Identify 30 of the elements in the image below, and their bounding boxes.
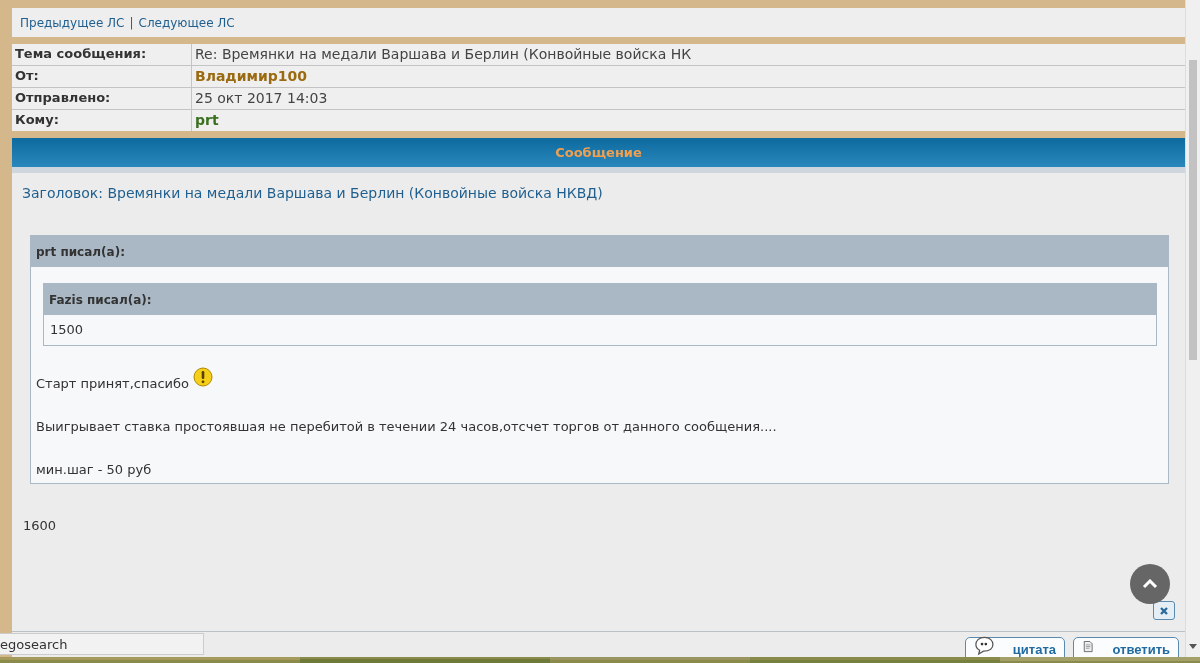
quote-button[interactable]: цитата — [965, 637, 1065, 657]
field-value: 25 окт 2017 14:03 — [194, 89, 328, 108]
message-subject: Заголовок: Времянки на медали Варшава и Берлин (Конвойные войска НКВД) — [21, 184, 604, 201]
section-title-bar: Сообщение — [12, 138, 1185, 167]
field-value: prt — [194, 111, 219, 130]
field-value: Владимир100 — [194, 67, 307, 86]
close-icon — [1159, 605, 1169, 616]
scrollbar[interactable] — [1185, 0, 1200, 657]
quote-text: 1500 — [49, 321, 85, 339]
field-label: Тема сообщения: — [12, 44, 192, 65]
field-label: От: — [12, 66, 192, 87]
status-tooltip: egosearch — [0, 633, 204, 655]
speech-bubble-icon — [974, 635, 995, 657]
reply-button[interactable]: ответить — [1073, 637, 1179, 657]
link-separator: | — [129, 15, 134, 30]
quote-text: мин.шаг - 50 руб — [36, 462, 152, 477]
quote-text: Старт принят,спасибо — [36, 376, 189, 391]
scroll-down-arrow-icon[interactable] — [1189, 644, 1197, 649]
quote-text: Выигрывает ставка простоявшая не перебитой в течении 24 часов,отсчет торгов от данного сообщения.... — [36, 419, 777, 434]
close-button[interactable] — [1153, 601, 1175, 620]
field-label: Кому: — [12, 110, 192, 131]
chevron-up-icon — [1142, 579, 1158, 589]
quote-author: prt писал(а): — [31, 236, 1168, 267]
field-label: Отправлено: — [12, 88, 192, 109]
scrollbar-thumb[interactable] — [1189, 60, 1197, 360]
reply-text: 1600 — [22, 517, 58, 533]
previous-message-link[interactable]: Предыдущее ЛС — [20, 15, 125, 30]
quote-author: Fazis писал(а): — [44, 284, 1156, 315]
next-message-link[interactable]: Следующее ЛС — [138, 15, 235, 30]
field-value: Re: Времянки на медали Варшава и Берлин (Конвойные войска НК — [194, 45, 692, 64]
